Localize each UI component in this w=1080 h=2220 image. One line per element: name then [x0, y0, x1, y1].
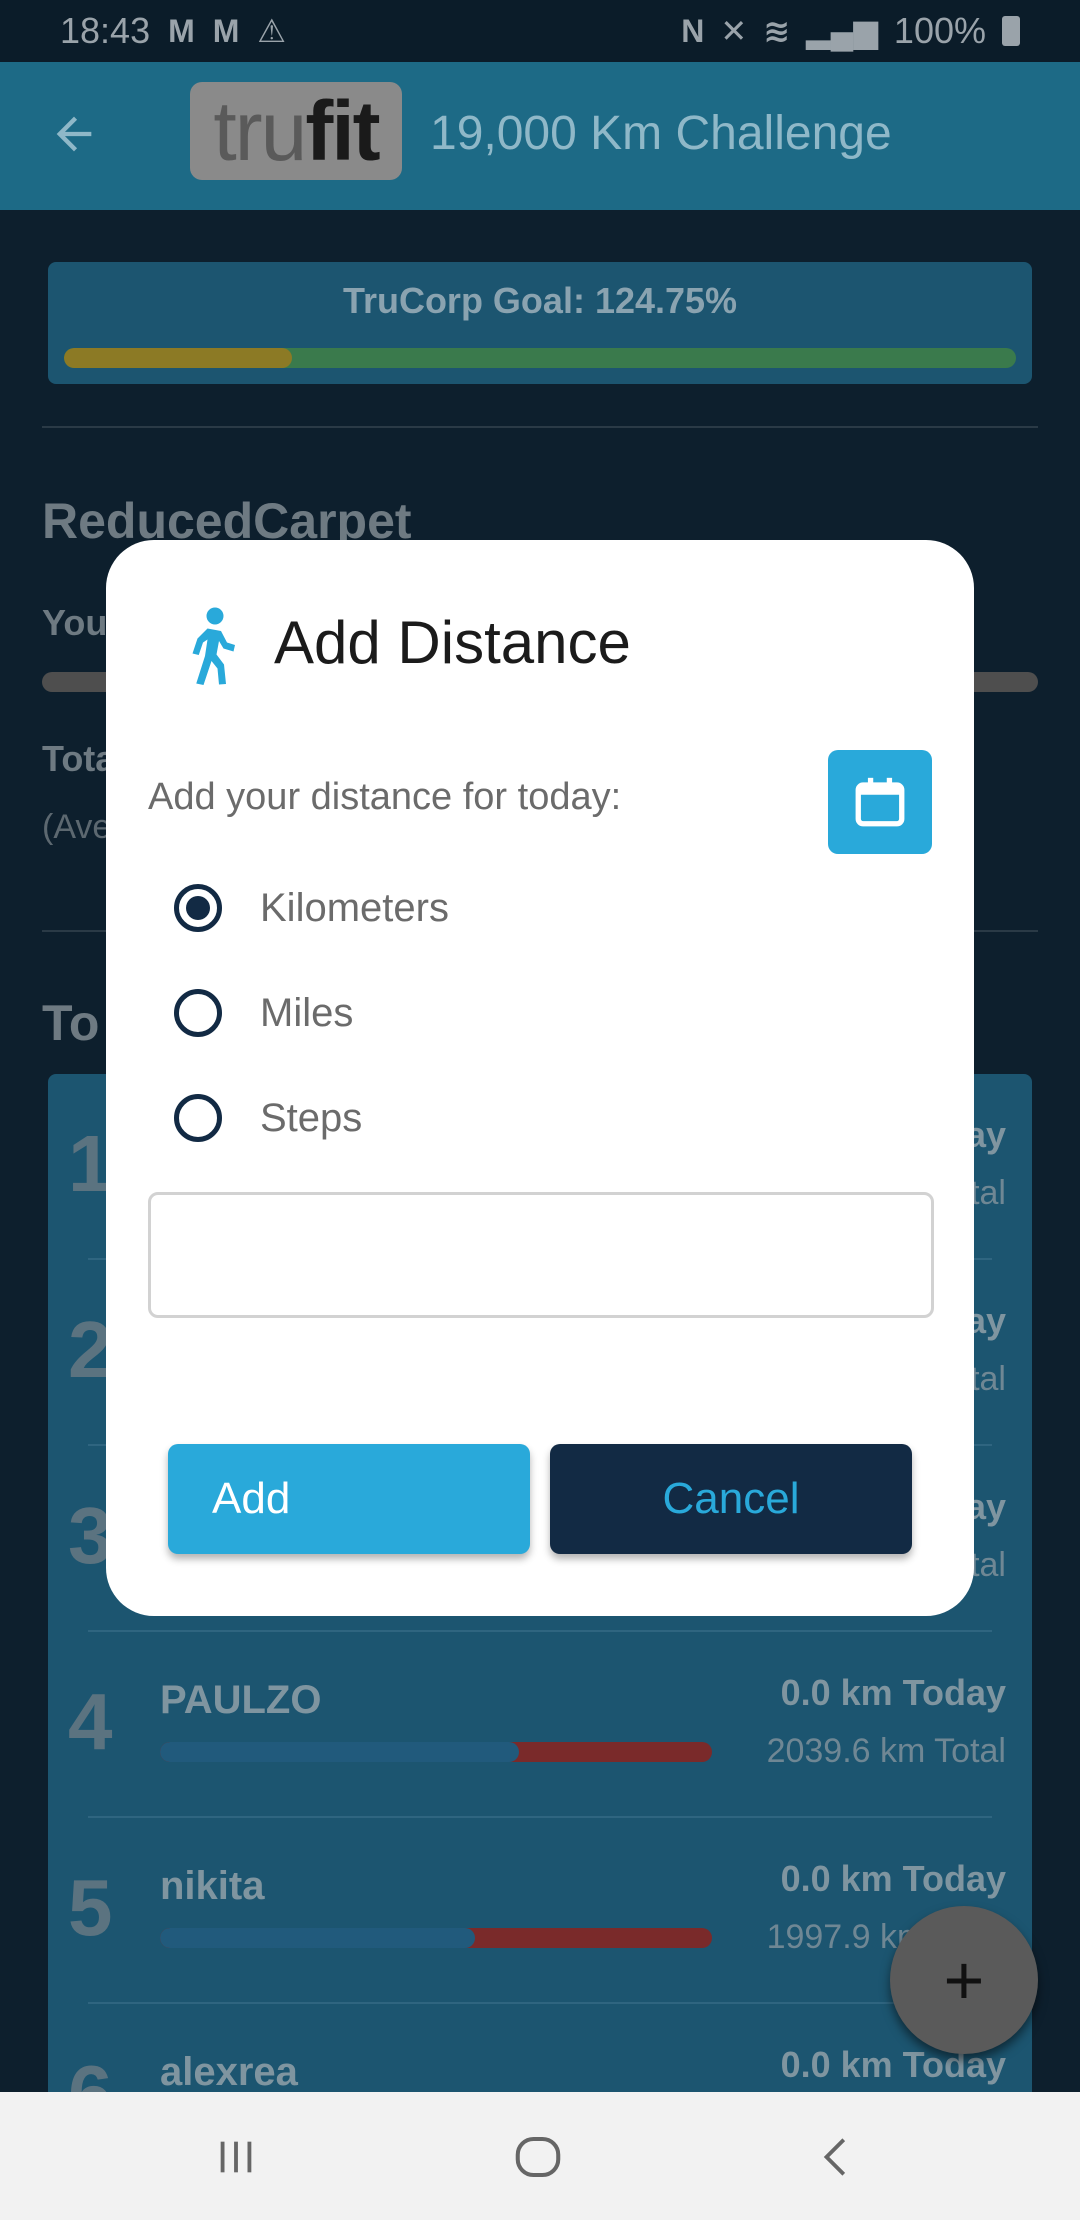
- average-label: (Ave: [42, 808, 112, 846]
- radio-steps[interactable]: Steps: [174, 1088, 362, 1148]
- home-icon: [515, 2136, 561, 2178]
- gmail-icon: M: [168, 12, 195, 49]
- today-distance: 0.0 km Today: [780, 1672, 1006, 1713]
- gmail-icon: M: [212, 12, 240, 49]
- trufit-logo: tru fit: [190, 82, 402, 180]
- radio-button[interactable]: [174, 989, 222, 1037]
- total-distance: tal: [970, 1360, 1006, 1398]
- user-name: PAULZO: [160, 1678, 322, 1722]
- add-button[interactable]: Add: [168, 1444, 530, 1554]
- radio-button[interactable]: [174, 884, 222, 932]
- wifi-icon: ≋: [763, 13, 791, 49]
- total-distance: 2039.6 km Total: [766, 1732, 1006, 1770]
- battery-level: 100%: [893, 10, 986, 51]
- recents-icon: [220, 2141, 252, 2173]
- recents-button[interactable]: [196, 2122, 276, 2192]
- mute-icon: ✕: [720, 13, 748, 49]
- system-nav-bar: [0, 2092, 1080, 2220]
- radio-selected-dot: [186, 896, 210, 920]
- goal-progress-bar: [64, 348, 1016, 368]
- status-bar: 18:43 M M ⚠ N ✕ ≋ ▂▄▆ 100%: [0, 0, 1080, 62]
- user-progress-bar: [160, 1742, 712, 1762]
- total-distance: tal: [970, 1174, 1006, 1212]
- distance-input[interactable]: [148, 1192, 934, 1318]
- user-progress-bar: [160, 1928, 712, 1948]
- leaderboard-row: 5 nikita 0.0 km Today 1997.9 km Total: [48, 1818, 1032, 2004]
- radio-label: Kilometers: [260, 885, 449, 930]
- walking-person-icon: [192, 607, 235, 685]
- add-distance-dialog: Add Distance Add your distance for today…: [106, 540, 974, 1616]
- cancel-button[interactable]: Cancel: [550, 1444, 912, 1554]
- you-label: You: [42, 602, 108, 643]
- user-name: nikita: [160, 1864, 265, 1908]
- nfc-icon: N: [681, 12, 705, 49]
- status-time: 18:43: [60, 10, 151, 51]
- app-bar: tru fit 19,000 Km Challenge: [0, 62, 1080, 210]
- goal-progress-fill: [64, 348, 293, 368]
- rank-number: 5: [68, 1863, 113, 1952]
- dialog-title: Add Distance: [274, 609, 631, 676]
- add-fab-button[interactable]: +: [890, 1906, 1038, 2054]
- leaderboard-title: To: [42, 995, 100, 1051]
- radio-miles[interactable]: Miles: [174, 983, 353, 1043]
- plus-icon: +: [943, 1941, 985, 2019]
- calendar-icon: [855, 777, 905, 827]
- radio-button[interactable]: [174, 1094, 222, 1142]
- user-progress-fill: [160, 1742, 519, 1762]
- page-title: 19,000 Km Challenge: [430, 107, 892, 160]
- back-button[interactable]: [798, 2122, 878, 2192]
- rank-number: 4: [68, 1677, 113, 1766]
- signal-icon: ▂▄▆: [806, 13, 878, 49]
- arrow-left-icon[interactable]: [48, 108, 100, 160]
- dialog-prompt: Add your distance for today:: [148, 776, 622, 818]
- back-chevron-icon: [823, 2138, 846, 2176]
- total-label: Tota: [42, 738, 116, 779]
- user-progress-fill: [160, 1928, 475, 1948]
- radio-kilometers[interactable]: Kilometers: [174, 878, 449, 938]
- goal-card: TruCorp Goal: 124.75%: [48, 262, 1032, 384]
- today-distance: 0.0 km Today: [780, 1858, 1006, 1899]
- calendar-button[interactable]: [828, 750, 932, 854]
- radio-label: Miles: [260, 990, 354, 1035]
- home-button[interactable]: [498, 2122, 578, 2192]
- battery-icon: [1002, 16, 1020, 46]
- goal-label: TruCorp Goal: 124.75%: [342, 280, 738, 321]
- user-name: alexrea: [160, 2050, 298, 2094]
- divider: [42, 426, 1038, 428]
- leaderboard-row: 4 PAULZO 0.0 km Today 2039.6 km Total: [48, 1632, 1032, 1818]
- total-distance: tal: [970, 1546, 1006, 1584]
- radio-label: Steps: [260, 1095, 363, 1140]
- warning-icon: ⚠: [257, 13, 287, 49]
